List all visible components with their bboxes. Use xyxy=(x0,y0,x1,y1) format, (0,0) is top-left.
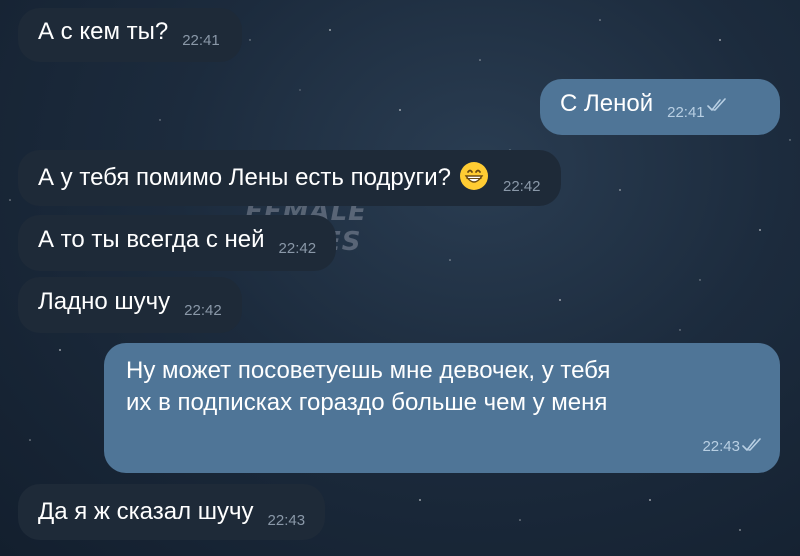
message-text: С Леной xyxy=(560,90,654,117)
message-text: А у тебя помимо Лены есть подруги? xyxy=(38,164,451,191)
message-bubble-incoming[interactable]: А с кем ты? 22:41 xyxy=(18,8,242,62)
message-text-line: Ну может посоветуешь мне девочек, у тебя xyxy=(126,357,611,384)
message-bubble-incoming[interactable]: Да я ж сказал шучу 22:43 xyxy=(18,484,326,540)
message-bubble-outgoing[interactable]: С Леной 22:41 xyxy=(540,79,780,135)
double-check-icon xyxy=(706,97,726,111)
double-check-icon xyxy=(742,437,761,451)
message-text-line: их в подписках гораздо больше чем у меня xyxy=(126,389,608,416)
grinning-face-icon xyxy=(459,162,488,190)
message-time: 22:41 xyxy=(667,104,705,121)
message-text: Ладно шучу xyxy=(38,288,171,315)
message-time: 22:42 xyxy=(184,302,222,319)
message-bubble-outgoing[interactable]: Ну может посоветуешь мне девочек, у тебя… xyxy=(104,343,780,473)
message-time: 22:43 xyxy=(267,512,306,529)
message-bubble-incoming[interactable]: Ладно шучу 22:42 xyxy=(18,277,242,333)
message-text: Да я ж сказал шучу xyxy=(38,498,254,525)
message-meta: 22:43 xyxy=(688,428,762,463)
message-bubble-incoming[interactable]: А у тебя помимо Лены есть подруги? 22:42 xyxy=(18,150,561,206)
message-time: 22:42 xyxy=(278,240,317,257)
message-bubble-incoming[interactable]: А то ты всегда с ней 22:42 xyxy=(18,215,337,271)
message-text: А то ты всегда с ней xyxy=(38,226,265,253)
message-time: 22:42 xyxy=(502,178,541,195)
message-time: 22:43 xyxy=(702,438,740,455)
message-time: 22:41 xyxy=(182,32,220,49)
message-text: А с кем ты? xyxy=(38,18,169,45)
